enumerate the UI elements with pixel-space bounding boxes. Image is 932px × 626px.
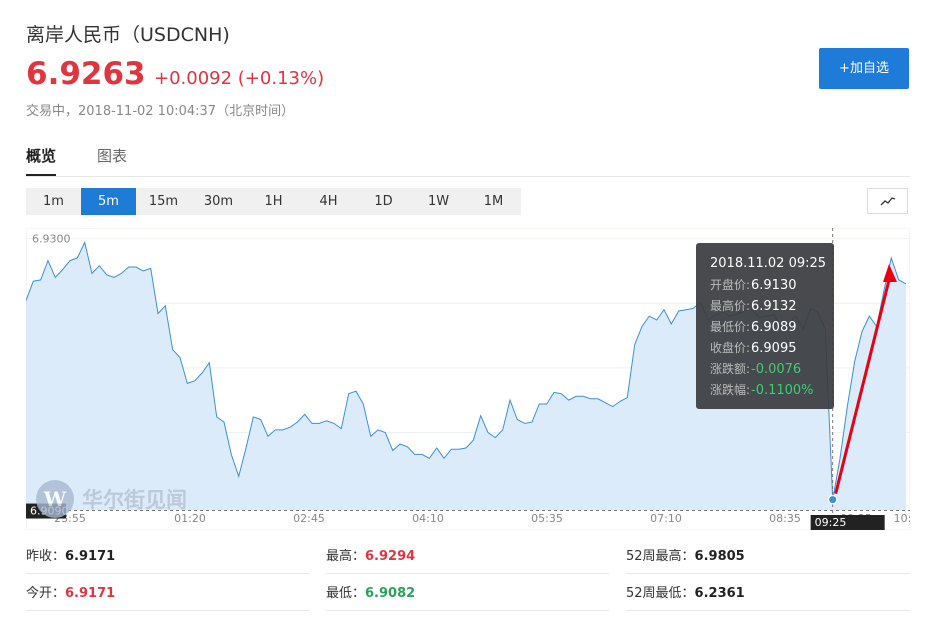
x-tick-label: 05:35	[531, 512, 563, 525]
x-tick-label: 10:0	[894, 512, 910, 525]
tooltip-label: 开盘价:	[710, 277, 750, 292]
tooltip-label: 最低价:	[710, 320, 750, 334]
tooltip-value: 6.9089	[751, 320, 797, 335]
tab-bar: 概览 图表	[26, 140, 910, 177]
stat-label: 今开：	[26, 586, 66, 601]
stat-item: 52周最低：6.2361	[626, 577, 910, 611]
stats-row: 今开：6.9171 最低：6.9082 52周最低：6.2361	[26, 577, 910, 613]
watermark-text: 华尔街见闻	[82, 487, 187, 512]
y-tick-label: 6.9300	[32, 233, 71, 246]
tooltip-value: -0.0076	[751, 362, 801, 377]
stat-item: 今开：6.9171	[26, 577, 309, 611]
crosshair-marker	[829, 496, 837, 504]
period-1m[interactable]: 1M	[466, 188, 521, 215]
x-tick-label: 07:10	[650, 512, 682, 525]
instrument-title: 离岸人民币（USDCNH)	[26, 24, 230, 46]
tooltip-label: 最高价:	[710, 298, 750, 313]
tooltip-label: 收盘价:	[710, 340, 750, 355]
x-tick-label: 04:10	[412, 512, 444, 525]
stat-label: 最高：	[326, 549, 366, 564]
period-1w[interactable]: 1W	[411, 188, 466, 215]
price-change: +0.0092 (+0.13%)	[154, 68, 325, 89]
tooltip-value: 6.9130	[751, 278, 797, 293]
stat-label: 昨收：	[26, 549, 66, 564]
stat-value: 6.9294	[365, 549, 416, 564]
stat-value: 6.9171	[65, 586, 116, 601]
add-watchlist-button[interactable]: +加自选	[819, 48, 909, 89]
watermark: W 华尔街见闻	[36, 480, 187, 518]
period-selector: 1m 5m 15m 30m 1H 4H 1D 1W 1M	[26, 188, 521, 215]
stat-value: 6.9805	[694, 549, 745, 564]
crosshair-x-label: 09:25	[815, 516, 847, 529]
stat-label: 52周最低：	[626, 586, 695, 601]
tooltip-label: 涨跌幅:	[710, 382, 750, 397]
watermark-logo: W	[36, 480, 74, 518]
stat-value: 6.9171	[65, 549, 116, 564]
stat-item: 最低：6.9082	[326, 577, 609, 611]
x-tick-label: 02:45	[293, 512, 325, 525]
period-1h[interactable]: 1H	[246, 188, 301, 215]
period-1m[interactable]: 1m	[26, 188, 81, 215]
tooltip-value: 6.9095	[751, 341, 797, 356]
stats-row: 昨收：6.9171 最高：6.9294 52周最高：6.9805	[26, 540, 910, 576]
tab-chart[interactable]: 图表	[97, 145, 127, 174]
line-chart-icon	[880, 197, 896, 206]
period-4h[interactable]: 4H	[301, 188, 356, 215]
stat-label: 52周最高：	[626, 549, 695, 564]
tooltip-label: 涨跌额:	[710, 361, 750, 376]
period-30m[interactable]: 30m	[191, 188, 246, 215]
stat-item: 52周最高：6.9805	[626, 540, 910, 574]
period-1d[interactable]: 1D	[356, 188, 411, 215]
stat-label: 最低：	[326, 586, 366, 601]
stat-value: 6.2361	[694, 586, 745, 601]
stat-item: 昨收：6.9171	[26, 540, 309, 574]
trading-status: 交易中，2018-11-02 10:04:37（北京时间）	[26, 104, 295, 119]
x-tick-label: 08:35	[769, 512, 801, 525]
stat-item: 最高：6.9294	[326, 540, 609, 574]
chart-type-button[interactable]	[867, 188, 908, 214]
tooltip-value: 6.9132	[751, 299, 797, 314]
period-5m[interactable]: 5m	[81, 188, 136, 215]
tab-overview[interactable]: 概览	[26, 145, 57, 176]
tooltip-value: -0.1100%	[751, 383, 814, 398]
period-15m[interactable]: 15m	[136, 188, 191, 215]
last-price: 6.9263	[26, 56, 146, 92]
stat-value: 6.9082	[365, 586, 416, 601]
tooltip-time: 2018.11.02 09:25	[710, 256, 826, 271]
